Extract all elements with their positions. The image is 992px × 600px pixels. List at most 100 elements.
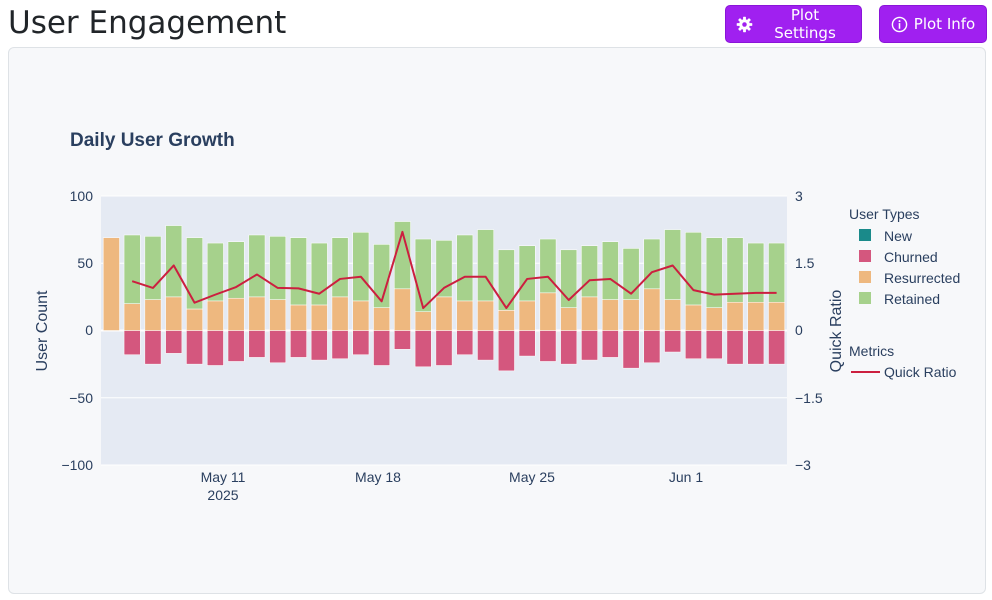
bar-churned-2025-05-20[interactable] xyxy=(373,330,390,366)
bar-churned-2025-05-12[interactable] xyxy=(206,330,224,366)
bar-churned-2025-05-28[interactable] xyxy=(539,330,557,362)
bar-resurrected-2025-06-02[interactable] xyxy=(643,288,661,331)
bar-retained-2025-05-19[interactable] xyxy=(352,232,370,302)
bar-churned-2025-05-15[interactable] xyxy=(269,330,287,364)
bar-resurrected-2025-05-07[interactable] xyxy=(103,237,120,331)
bar-retained-2025-05-30[interactable] xyxy=(581,245,598,298)
bar-retained-2025-05-25[interactable] xyxy=(477,229,494,302)
bar-churned-2025-05-29[interactable] xyxy=(560,330,578,365)
legend-swatch-new[interactable] xyxy=(859,229,871,241)
bar-resurrected-2025-06-06[interactable] xyxy=(726,302,744,331)
bar-resurrected-2025-05-16[interactable] xyxy=(290,304,307,331)
bar-churned-2025-05-21[interactable] xyxy=(394,330,411,350)
bar-churned-2025-05-17[interactable] xyxy=(310,330,328,361)
legend-item[interactable]: Resurrected xyxy=(884,270,960,286)
bar-resurrected-2025-05-13[interactable] xyxy=(227,297,245,331)
bar-churned-2025-06-07[interactable] xyxy=(747,330,765,365)
y2-tick-label: 3 xyxy=(795,188,803,204)
bar-churned-2025-05-30[interactable] xyxy=(581,330,598,361)
bar-resurrected-2025-05-22[interactable] xyxy=(414,311,432,331)
bar-resurrected-2025-05-18[interactable] xyxy=(331,296,349,331)
bar-retained-2025-05-09[interactable] xyxy=(144,236,162,300)
bar-retained-2025-05-31[interactable] xyxy=(601,241,619,300)
bar-churned-2025-05-18[interactable] xyxy=(331,330,349,359)
bar-retained-2025-06-01[interactable] xyxy=(622,248,640,300)
bar-churned-2025-05-16[interactable] xyxy=(290,330,307,358)
y-axis-right: 3 1.5 0 −1.5 −3 Quick Ratio xyxy=(795,188,845,473)
bar-retained-2025-05-22[interactable] xyxy=(414,238,432,312)
bar-retained-2025-05-16[interactable] xyxy=(290,237,307,306)
legend-item[interactable]: Retained xyxy=(884,291,940,307)
bar-resurrected-2025-05-14[interactable] xyxy=(248,296,266,331)
bar-churned-2025-05-08[interactable] xyxy=(123,330,141,355)
bar-resurrected-2025-05-30[interactable] xyxy=(581,296,598,331)
bar-churned-2025-05-13[interactable] xyxy=(227,330,245,362)
bar-resurrected-2025-06-03[interactable] xyxy=(664,299,682,331)
legend-swatch-churned[interactable] xyxy=(859,250,871,262)
bar-churned-2025-06-04[interactable] xyxy=(685,330,702,359)
bar-resurrected-2025-05-21[interactable] xyxy=(394,288,411,331)
bar-resurrected-2025-05-19[interactable] xyxy=(352,300,370,331)
bar-resurrected-2025-05-27[interactable] xyxy=(518,300,536,331)
bar-resurrected-2025-05-31[interactable] xyxy=(601,299,619,331)
legend-item[interactable]: Churned xyxy=(884,249,938,265)
bar-resurrected-2025-05-23[interactable] xyxy=(435,296,453,331)
bar-retained-2025-05-27[interactable] xyxy=(518,245,536,302)
bar-resurrected-2025-06-05[interactable] xyxy=(705,307,723,331)
bar-retained-2025-06-04[interactable] xyxy=(685,232,702,306)
bar-resurrected-2025-06-07[interactable] xyxy=(747,302,765,331)
bar-resurrected-2025-05-10[interactable] xyxy=(165,296,183,331)
bar-resurrected-2025-06-04[interactable] xyxy=(685,304,702,331)
bar-resurrected-2025-05-11[interactable] xyxy=(186,308,203,331)
bar-churned-2025-05-11[interactable] xyxy=(186,330,203,365)
bar-retained-2025-05-10[interactable] xyxy=(165,225,183,298)
bar-resurrected-2025-06-01[interactable] xyxy=(622,299,640,331)
bar-churned-2025-05-10[interactable] xyxy=(165,330,183,354)
bar-churned-2025-05-14[interactable] xyxy=(248,330,266,358)
bar-retained-2025-05-17[interactable] xyxy=(310,242,328,306)
bar-churned-2025-05-27[interactable] xyxy=(518,330,536,357)
bar-resurrected-2025-06-08[interactable] xyxy=(768,302,785,331)
bar-retained-2025-05-24[interactable] xyxy=(456,234,474,302)
legend-item[interactable]: New xyxy=(884,228,913,244)
bar-resurrected-2025-05-08[interactable] xyxy=(123,303,141,331)
plot-settings-button[interactable]: Plot Settings xyxy=(725,5,862,43)
bar-retained-2025-05-14[interactable] xyxy=(248,234,266,298)
bar-resurrected-2025-05-15[interactable] xyxy=(269,299,287,331)
y-axis-left: 100 50 0 −50 −100 User Count xyxy=(34,188,93,473)
bar-churned-2025-05-22[interactable] xyxy=(414,330,432,368)
bar-churned-2025-05-26[interactable] xyxy=(498,330,515,372)
bar-churned-2025-05-24[interactable] xyxy=(456,330,474,355)
bar-retained-2025-05-15[interactable] xyxy=(269,236,287,300)
bar-churned-2025-05-25[interactable] xyxy=(477,330,494,361)
bar-resurrected-2025-05-20[interactable] xyxy=(373,307,390,331)
bar-retained-2025-06-05[interactable] xyxy=(705,237,723,308)
bar-churned-2025-05-19[interactable] xyxy=(352,330,370,355)
bar-resurrected-2025-05-12[interactable] xyxy=(206,300,224,331)
bar-retained-2025-06-02[interactable] xyxy=(643,238,661,290)
bar-retained-2025-05-18[interactable] xyxy=(331,237,349,298)
bar-churned-2025-06-01[interactable] xyxy=(622,330,640,369)
plot-info-button[interactable]: Plot Info xyxy=(879,5,987,43)
bar-retained-2025-05-28[interactable] xyxy=(539,238,557,294)
bar-resurrected-2025-05-17[interactable] xyxy=(310,304,328,331)
bar-retained-2025-05-08[interactable] xyxy=(123,234,141,304)
bar-retained-2025-05-11[interactable] xyxy=(186,237,203,310)
bar-churned-2025-06-08[interactable] xyxy=(768,330,785,365)
bar-churned-2025-05-23[interactable] xyxy=(435,330,453,366)
bar-churned-2025-06-06[interactable] xyxy=(726,330,744,365)
bar-resurrected-2025-05-29[interactable] xyxy=(560,307,578,331)
bar-churned-2025-06-05[interactable] xyxy=(705,330,723,359)
bar-churned-2025-05-09[interactable] xyxy=(144,330,162,365)
legend-item[interactable]: Quick Ratio xyxy=(884,364,957,380)
bar-churned-2025-05-31[interactable] xyxy=(601,330,619,358)
bar-resurrected-2025-05-09[interactable] xyxy=(144,299,162,331)
bar-churned-2025-06-03[interactable] xyxy=(664,330,682,353)
bar-resurrected-2025-05-26[interactable] xyxy=(498,310,515,331)
legend-swatch-resurrected[interactable] xyxy=(859,271,871,283)
bar-resurrected-2025-05-28[interactable] xyxy=(539,292,557,331)
bar-resurrected-2025-05-24[interactable] xyxy=(456,300,474,331)
bar-churned-2025-06-02[interactable] xyxy=(643,330,661,364)
legend-swatch-retained[interactable] xyxy=(859,292,871,304)
bar-resurrected-2025-05-25[interactable] xyxy=(477,300,494,331)
